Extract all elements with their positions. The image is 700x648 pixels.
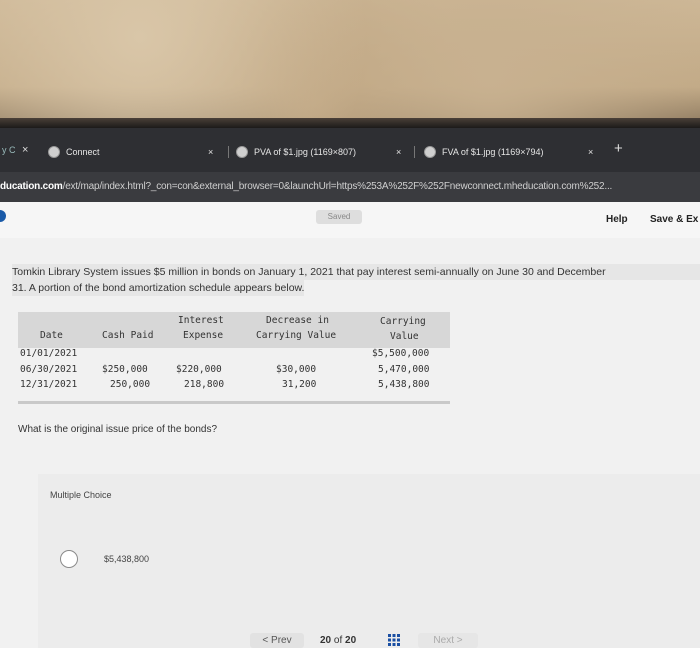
header-interest-2: Expense <box>183 330 224 341</box>
table-cell-cash-paid: $250,000 <box>102 364 148 375</box>
multiple-choice-label: Multiple Choice <box>50 490 112 500</box>
saved-status-badge: Saved <box>316 210 362 224</box>
url-path: /ext/map/index.html?_con=con&external_br… <box>62 181 613 192</box>
header-date: Date <box>40 330 63 341</box>
tab-separator <box>228 146 229 158</box>
prev-button[interactable]: < Prev <box>250 633 304 648</box>
total-pages: 20 <box>345 635 357 646</box>
tab-separator <box>414 146 415 158</box>
page-indicator[interactable]: 20 of 20 <box>320 635 356 646</box>
question-navigation: < Prev 20 of 20 Next > <box>0 630 700 648</box>
grid-view-icon[interactable] <box>388 634 400 646</box>
tab-pva[interactable]: PVA of $1.jpg (1169×807) <box>236 142 356 162</box>
table-cell-date: 12/31/2021 <box>20 379 78 390</box>
table-bottom-rule <box>18 401 450 404</box>
monitor-bezel <box>0 118 700 128</box>
url-host: ducation.com <box>0 181 63 192</box>
address-bar[interactable]: ducation.com/ext/map/index.html?_con=con… <box>0 172 700 202</box>
header-decrease-2: Carrying Value <box>256 330 337 341</box>
header-decrease-1: Decrease in <box>266 315 329 326</box>
header-carrying-2: Value <box>390 331 419 342</box>
table-cell-decrease: 31,200 <box>282 379 317 390</box>
current-page: 20 <box>320 635 332 646</box>
question-content: Tomkin Library System issues $5 million … <box>0 238 700 648</box>
globe-icon <box>236 146 248 158</box>
multiple-choice-panel: Multiple Choice $5,438,800 <box>38 474 700 648</box>
question-line-1: Tomkin Library System issues $5 million … <box>12 264 700 280</box>
header-interest-1: Interest <box>178 315 224 326</box>
globe-icon <box>48 146 60 158</box>
progress-indicator <box>0 210 6 222</box>
page-header: Saved Help Save & Ex <box>0 202 700 239</box>
table-cell-interest: $220,000 <box>176 364 222 375</box>
tab-label: FVA of $1.jpg (1169×794) <box>442 147 544 157</box>
table-cell-date: 01/01/2021 <box>20 348 78 359</box>
save-exit-button[interactable]: Save & Ex <box>650 214 698 225</box>
choice-radio-button[interactable] <box>60 550 78 568</box>
header-carrying-1: Carrying <box>380 316 426 327</box>
tab-pva-close-icon[interactable]: × <box>396 142 401 162</box>
prev-tab-fragment[interactable]: y C <box>2 145 16 155</box>
question-prompt: What is the original issue price of the … <box>18 424 217 435</box>
question-line-2: 31. A portion of the bond amortization s… <box>12 280 305 296</box>
table-cell-carrying: $5,500,000 <box>372 348 430 359</box>
tab-fva-close-icon[interactable]: × <box>588 142 593 162</box>
tab-connect-close-icon[interactable]: × <box>208 142 213 162</box>
help-button[interactable]: Help <box>606 214 628 225</box>
table-cell-interest: 218,800 <box>184 379 225 390</box>
question-text: Tomkin Library System issues $5 million … <box>12 264 700 296</box>
table-cell-cash-paid: 250,000 <box>110 379 151 390</box>
next-button[interactable]: Next > <box>418 633 478 648</box>
choice-label[interactable]: $5,438,800 <box>104 554 149 564</box>
table-cell-decrease: $30,000 <box>276 364 317 375</box>
globe-icon <box>424 146 436 158</box>
table-cell-date: 06/30/2021 <box>20 364 78 375</box>
tab-fva[interactable]: FVA of $1.jpg (1169×794) <box>424 142 544 162</box>
desk-background <box>0 0 700 124</box>
tab-connect[interactable]: Connect <box>48 142 100 162</box>
new-tab-icon[interactable]: + <box>614 140 623 157</box>
prev-tab-close-icon[interactable]: × <box>22 144 28 156</box>
table-cell-carrying: 5,470,000 <box>378 364 430 375</box>
tab-label: PVA of $1.jpg (1169×807) <box>254 147 356 157</box>
url-text[interactable]: ducation.com/ext/map/index.html?_con=con… <box>0 181 612 192</box>
table-cell-carrying: 5,438,800 <box>378 379 430 390</box>
browser-tab-strip: y C × Connect × PVA of $1.jpg (1169×807)… <box>0 128 700 172</box>
header-cash-paid: Cash Paid <box>102 330 154 341</box>
tab-label: Connect <box>66 147 100 157</box>
page-of-text: of <box>333 635 343 646</box>
